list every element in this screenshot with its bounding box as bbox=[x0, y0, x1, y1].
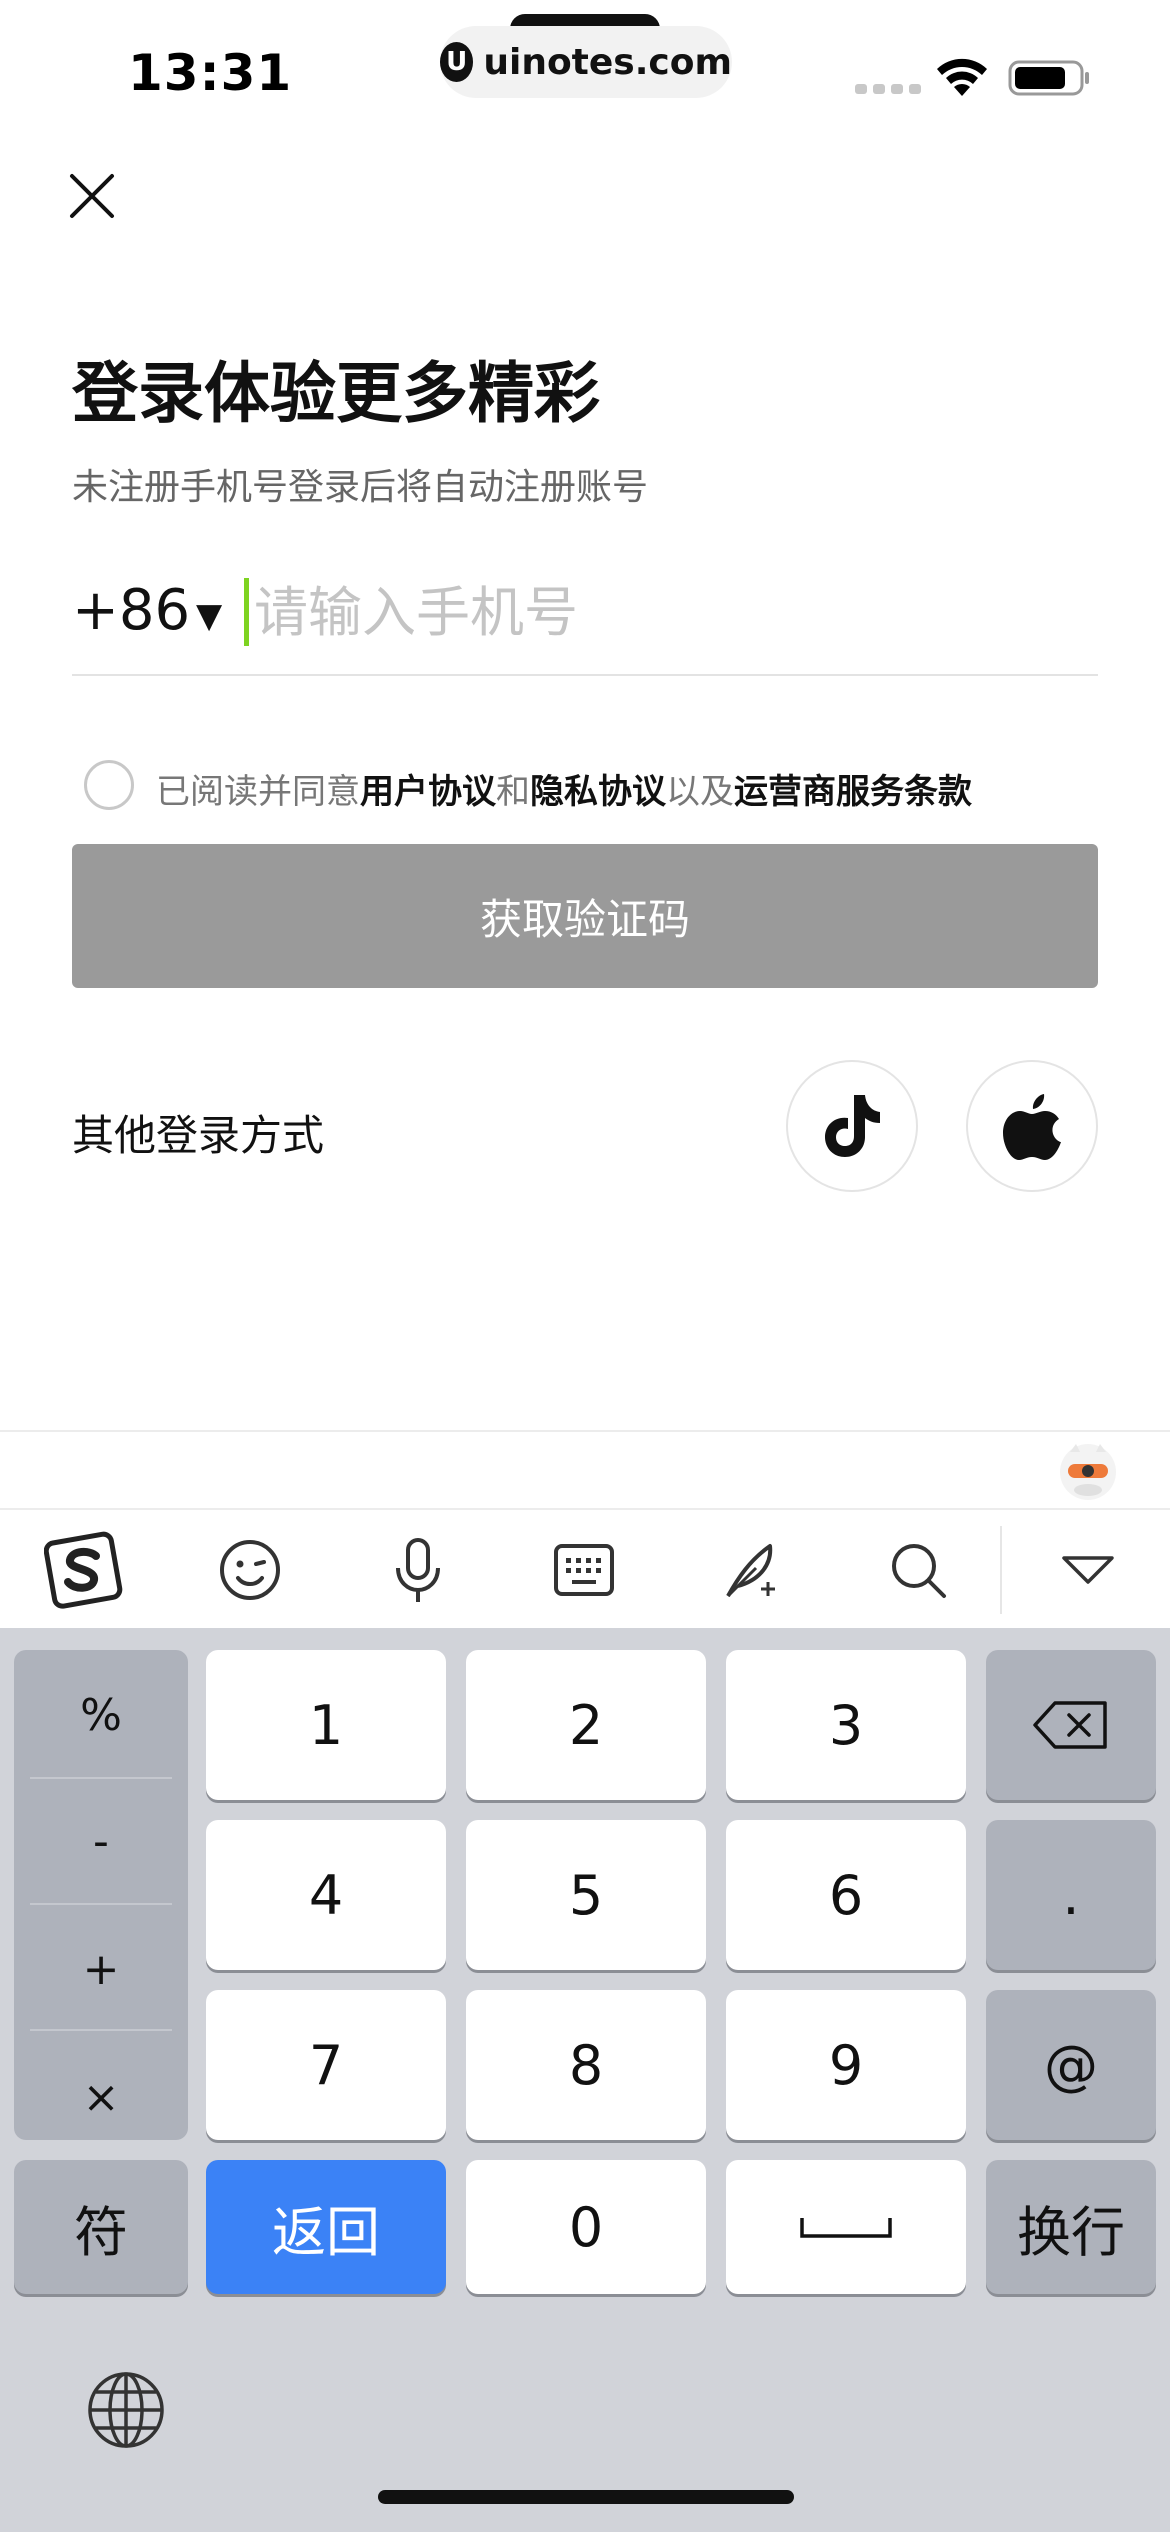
get-verification-code-button[interactable]: 获取验证码 bbox=[72, 844, 1098, 988]
tiktok-icon bbox=[825, 1095, 880, 1157]
input-underline bbox=[72, 674, 1098, 676]
close-icon bbox=[70, 174, 114, 218]
microphone-icon bbox=[396, 1538, 440, 1602]
key-1[interactable]: 1 bbox=[206, 1650, 446, 1800]
key-3[interactable]: 3 bbox=[726, 1650, 966, 1800]
phone-input[interactable] bbox=[254, 570, 1094, 654]
status-bar: 13:31 U uinotes.com bbox=[0, 0, 1170, 140]
key-plus[interactable]: + bbox=[14, 1906, 188, 2032]
backspace-icon bbox=[1033, 1701, 1107, 1749]
agreement-also: 以及 bbox=[666, 772, 734, 812]
page-subtitle: 未注册手机号登录后将自动注册账号 bbox=[72, 467, 649, 508]
symbol-separator bbox=[30, 2029, 172, 2031]
key-5[interactable]: 5 bbox=[466, 1820, 706, 1970]
agreement-checkbox[interactable] bbox=[84, 760, 134, 810]
agreement-text: 已阅读并同意用户协议和隐私协议以及运营商服务条款 bbox=[156, 764, 972, 813]
key-multiply[interactable]: × bbox=[14, 2034, 188, 2160]
privacy-agreement-link[interactable]: 隐私协议 bbox=[530, 772, 666, 812]
page-title: 登录体验更多精彩 bbox=[72, 355, 600, 432]
handwriting-button[interactable] bbox=[710, 1528, 794, 1612]
battery-icon bbox=[1008, 60, 1089, 96]
url-badge: U uinotes.com bbox=[440, 26, 732, 98]
symbol-separator bbox=[30, 1903, 172, 1905]
emoji-button[interactable] bbox=[208, 1528, 292, 1612]
text-cursor bbox=[244, 578, 249, 646]
key-9[interactable]: 9 bbox=[726, 1990, 966, 2140]
keyboard-icon bbox=[554, 1544, 614, 1596]
key-6[interactable]: 6 bbox=[726, 1820, 966, 1970]
keyboard-switch-button[interactable] bbox=[542, 1528, 626, 1612]
close-button[interactable] bbox=[62, 166, 122, 226]
chevron-down-icon bbox=[1062, 1556, 1114, 1584]
home-indicator bbox=[378, 2490, 794, 2504]
back-key[interactable]: 返回 bbox=[206, 2160, 446, 2294]
apple-icon bbox=[1003, 1094, 1061, 1160]
key-percent[interactable]: % bbox=[14, 1652, 188, 1778]
country-dropdown-arrow-icon[interactable]: ▼ bbox=[196, 596, 222, 636]
status-time: 13:31 bbox=[128, 44, 293, 102]
mascot-icon[interactable] bbox=[1056, 1438, 1120, 1502]
search-button[interactable] bbox=[876, 1528, 960, 1612]
key-7[interactable]: 7 bbox=[206, 1990, 446, 2140]
toolbar-divider bbox=[1000, 1526, 1002, 1614]
feather-pen-icon bbox=[726, 1544, 775, 1598]
voice-input-button[interactable] bbox=[376, 1528, 460, 1612]
key-8[interactable]: 8 bbox=[466, 1990, 706, 2140]
user-agreement-link[interactable]: 用户协议 bbox=[360, 772, 496, 812]
hide-keyboard-button[interactable] bbox=[1046, 1528, 1130, 1612]
smiley-icon bbox=[220, 1540, 280, 1600]
symbol-switch-key[interactable]: 符 bbox=[14, 2160, 188, 2294]
agreement-prefix: 已阅读并同意 bbox=[156, 772, 360, 812]
cellular-signal-icon bbox=[855, 84, 921, 94]
newline-key[interactable]: 换行 bbox=[986, 2160, 1156, 2294]
uinotes-logo-icon: U bbox=[440, 42, 474, 82]
url-text: uinotes.com bbox=[483, 41, 732, 83]
sogou-logo-button[interactable] bbox=[42, 1528, 126, 1612]
key-minus[interactable]: - bbox=[14, 1778, 188, 1904]
search-icon bbox=[892, 1544, 946, 1598]
wifi-icon bbox=[937, 58, 987, 96]
apple-login-button[interactable] bbox=[966, 1060, 1098, 1192]
keyboard-candidate-strip bbox=[0, 1430, 1170, 1510]
key-2[interactable]: 2 bbox=[466, 1650, 706, 1800]
douyin-login-button[interactable] bbox=[786, 1060, 918, 1192]
agreement-and: 和 bbox=[496, 772, 530, 812]
key-4[interactable]: 4 bbox=[206, 1820, 446, 1970]
space-key[interactable] bbox=[726, 2160, 966, 2294]
space-bar-icon bbox=[800, 2218, 892, 2238]
sogou-logo-icon bbox=[44, 1531, 123, 1609]
country-code[interactable]: +86 bbox=[72, 578, 190, 643]
other-login-label: 其他登录方式 bbox=[72, 1111, 325, 1160]
key-dot[interactable]: . bbox=[986, 1820, 1156, 1970]
key-at[interactable]: @ bbox=[986, 1990, 1156, 2140]
backspace-key[interactable] bbox=[986, 1650, 1156, 1800]
key-0[interactable]: 0 bbox=[466, 2160, 706, 2294]
globe-icon[interactable] bbox=[86, 2370, 166, 2450]
carrier-terms-link[interactable]: 运营商服务条款 bbox=[734, 772, 972, 812]
